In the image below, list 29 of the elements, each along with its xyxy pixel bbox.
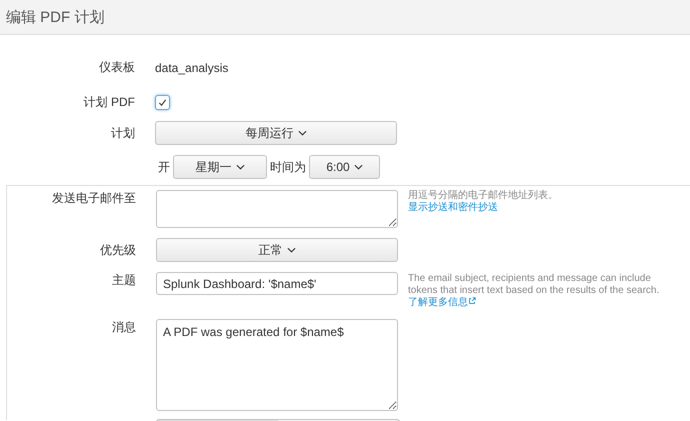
day-dropdown[interactable]: 星期一 [173, 155, 267, 179]
field-label: 发送电子邮件至 [51, 190, 137, 207]
subject-field[interactable]: Splunk Dashboard: '$name$' [156, 272, 398, 295]
learn-more-link[interactable]: 了解更多信息 [408, 297, 476, 308]
field-label: 优先级 [99, 242, 137, 258]
schedule-dropdown[interactable]: 每周运行 [155, 121, 397, 145]
field-label: 主题 [111, 272, 137, 289]
caret-icon [286, 247, 296, 253]
time-dropdown[interactable]: 6:00 [309, 155, 380, 179]
field-label: 计划 PDF [82, 94, 136, 111]
field-label: 计划 [110, 124, 136, 142]
message-field[interactable]: A PDF was generated for $name$ [156, 319, 398, 411]
external-link-icon [468, 297, 476, 305]
dialog-title: 编辑 PDF 计划 [6, 8, 104, 26]
caret-icon [236, 164, 244, 170]
cc-bcc-link[interactable]: 显示抄送和密件抄送 [408, 202, 670, 214]
caret-icon [298, 130, 306, 136]
priority-dropdown[interactable]: 正常 [156, 238, 398, 262]
check-icon [158, 98, 167, 107]
time-label: 时间为 [269, 158, 307, 176]
field-label: 仪表板 [98, 59, 136, 76]
help-text: 用逗号分隔的电子邮件地址列表。 [408, 190, 559, 202]
checkbox[interactable] [155, 95, 170, 110]
help-text: The email subject, recipients and message can include tokens that insert text based on the results of the search. 了解更多信息 [408, 273, 660, 309]
on-label: 开 [157, 158, 171, 176]
dashboard-name: data_analysis [155, 60, 228, 74]
caret-icon [354, 164, 363, 170]
email-field[interactable] [156, 190, 398, 228]
field-label: 消息 [111, 319, 137, 336]
